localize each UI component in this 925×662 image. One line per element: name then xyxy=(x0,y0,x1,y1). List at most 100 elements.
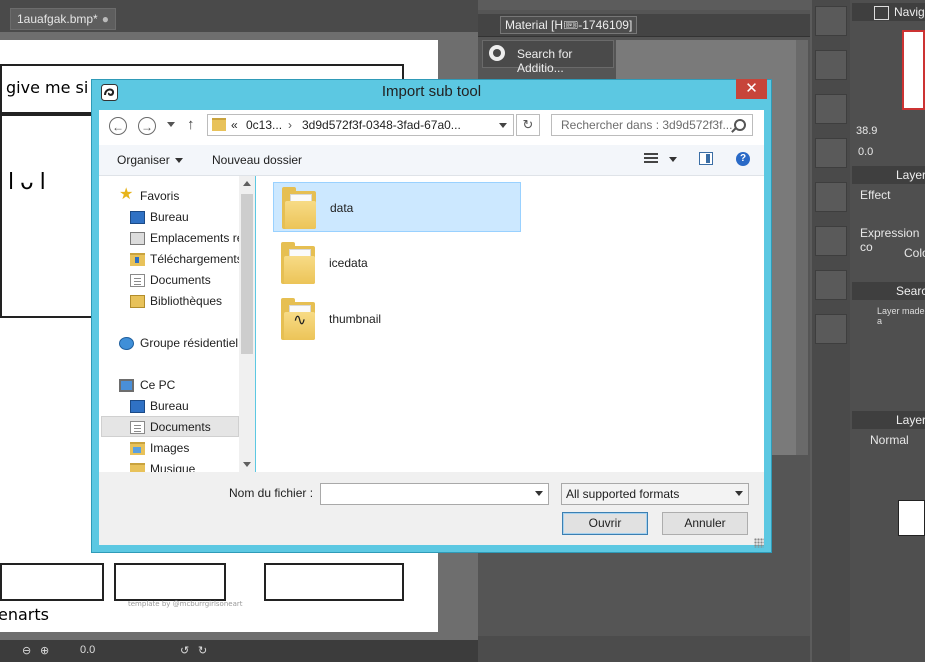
folder-icon xyxy=(281,242,315,284)
back-button[interactable]: ← xyxy=(109,117,127,135)
preview-pane-icon[interactable] xyxy=(699,152,713,165)
nav-item-this-pc[interactable]: Ce PC xyxy=(140,378,175,392)
nav-item-homegroup[interactable]: Groupe résidentiel xyxy=(140,336,238,350)
layer-panel-title: Layer xyxy=(896,413,925,427)
nav-item-desktop[interactable]: Bureau xyxy=(150,210,189,224)
folder-name: thumbnail xyxy=(329,312,382,326)
view-dropdown-icon[interactable] xyxy=(669,157,677,162)
file-type-value: All supported formats xyxy=(566,487,680,501)
new-folder-button[interactable]: Nouveau dossier xyxy=(212,153,302,167)
material-tool-button[interactable] xyxy=(815,94,847,124)
navigator-title: Navig xyxy=(894,5,925,19)
search-icon xyxy=(734,119,746,131)
layer-thumbnail[interactable] xyxy=(898,500,925,536)
canvas-bottom-text: enarts xyxy=(0,605,49,624)
document-icon xyxy=(130,274,145,287)
filename-label: Nom du fichier : xyxy=(229,486,314,500)
filename-input[interactable] xyxy=(320,483,549,505)
canvas-top-text: give me si xyxy=(6,78,89,97)
search-layer-title: Search xyxy=(896,284,925,298)
search-layer-header[interactable]: Search xyxy=(852,282,925,300)
layer-property-header[interactable]: Layer xyxy=(852,166,925,184)
material-tool-button[interactable] xyxy=(815,6,847,36)
canvas-credit-text: template by @mcburrgirlsoneart xyxy=(128,600,243,608)
open-button[interactable]: Ouvrir xyxy=(562,512,648,535)
close-button[interactable]: ✕ xyxy=(736,79,767,99)
nav-item-pc-documents[interactable]: Documents xyxy=(150,420,211,434)
breadcrumb-segment[interactable]: 3d9d572f3f-0348-3fad-67a0... xyxy=(302,118,461,132)
zoom-value: 0.0 xyxy=(80,644,96,656)
layer-panel-header[interactable]: Layer xyxy=(852,411,925,429)
nav-scrollbar-thumb[interactable] xyxy=(241,194,253,354)
material-scrollbar[interactable] xyxy=(796,40,808,455)
zoom-out-icon[interactable]: ⊖ xyxy=(22,644,31,657)
navigator-angle-value: 0.0 xyxy=(858,146,874,158)
material-panel-title[interactable]: Material [H🎟-1746109] xyxy=(500,16,638,34)
dialog-toolbar xyxy=(99,145,764,176)
canvas-face-text: lᴗl xyxy=(8,170,52,195)
nav-item-documents[interactable]: Documents xyxy=(150,273,211,287)
folder-item-icedata[interactable]: icedata xyxy=(273,238,521,288)
forward-button[interactable]: → xyxy=(138,117,156,135)
navigator-header[interactable]: Navig xyxy=(852,3,925,21)
breadcrumb-segment[interactable]: 0c13... xyxy=(246,118,282,132)
nav-item-recent-places[interactable]: Emplacements ré xyxy=(150,231,243,245)
nav-item-pictures[interactable]: Images xyxy=(150,441,189,455)
folder-tool-button[interactable] xyxy=(815,314,847,344)
navigator-zoom-value: 38.9 xyxy=(856,125,878,137)
rotate-right-icon[interactable]: ↻ xyxy=(198,644,207,657)
document-icon xyxy=(130,421,145,434)
effect-label: Effect xyxy=(860,188,891,202)
file-type-select[interactable]: All supported formats xyxy=(561,483,749,505)
address-bar[interactable]: « 0c13... › 3d9d572f3f-0348-3fad-67a0... xyxy=(207,114,514,136)
desktop-icon xyxy=(130,400,145,413)
navigator-icon xyxy=(874,6,889,20)
nav-item-music[interactable]: Musique xyxy=(150,462,195,472)
address-dropdown-icon[interactable] xyxy=(499,123,507,128)
blend-mode-select[interactable]: Normal xyxy=(870,433,909,447)
navigator-thumbnail[interactable] xyxy=(902,30,925,110)
scroll-up-icon[interactable] xyxy=(243,181,251,186)
material-search-button[interactable]: Search for Additio... xyxy=(482,40,614,75)
chevron-down-icon xyxy=(735,491,743,496)
rotate-left-icon[interactable]: ↺ xyxy=(180,644,189,657)
zoom-in-icon[interactable]: ⊕ xyxy=(40,644,49,657)
scroll-down-icon[interactable] xyxy=(243,462,251,467)
search-input[interactable]: Rechercher dans : 3d9d572f3f... xyxy=(551,114,753,136)
modified-dot-icon: ● xyxy=(101,12,109,26)
template-box xyxy=(114,563,226,601)
organize-menu[interactable]: Organiser xyxy=(117,153,183,167)
material-tool-button[interactable] xyxy=(815,270,847,300)
breadcrumb-separator[interactable]: › xyxy=(288,118,292,132)
color-button-label[interactable]: Colo xyxy=(904,246,925,260)
library-icon xyxy=(130,295,145,308)
material-tool-button[interactable] xyxy=(815,182,847,212)
refresh-button[interactable]: ↻ xyxy=(516,114,540,136)
nav-item-favorites[interactable]: Favoris xyxy=(140,189,179,203)
folder-icon xyxy=(282,187,316,229)
help-icon[interactable]: ? xyxy=(736,152,750,166)
material-tool-button[interactable] xyxy=(815,226,847,256)
folder-name: icedata xyxy=(329,256,368,270)
view-options-icon[interactable] xyxy=(644,153,658,166)
star-icon: ★ xyxy=(119,186,134,203)
layer-property-title: Layer xyxy=(896,168,925,182)
resize-grip-icon[interactable] xyxy=(754,538,764,548)
document-tab[interactable]: 1auafgak.bmp* ● xyxy=(10,8,116,30)
folder-icon: ∿ xyxy=(281,298,315,340)
organize-label: Organiser xyxy=(117,153,170,167)
filename-dropdown-icon[interactable] xyxy=(535,491,543,496)
folder-item-data[interactable]: data xyxy=(273,182,521,232)
nav-item-pc-desktop[interactable]: Bureau xyxy=(150,399,189,413)
material-tool-button[interactable] xyxy=(815,138,847,168)
desktop-icon xyxy=(130,211,145,224)
cancel-button[interactable]: Annuler xyxy=(662,512,748,535)
folder-item-thumbnail[interactable]: ∿ thumbnail xyxy=(273,294,521,344)
recent-places-icon xyxy=(130,232,145,245)
material-tool-button[interactable] xyxy=(815,50,847,80)
nav-item-libraries[interactable]: Bibliothèques xyxy=(150,294,222,308)
breadcrumb-overflow[interactable]: « xyxy=(231,118,238,132)
up-level-button[interactable]: ↑ xyxy=(187,116,195,133)
recent-locations-chevron-icon[interactable] xyxy=(167,122,175,127)
nav-item-downloads[interactable]: Téléchargements xyxy=(150,252,243,266)
